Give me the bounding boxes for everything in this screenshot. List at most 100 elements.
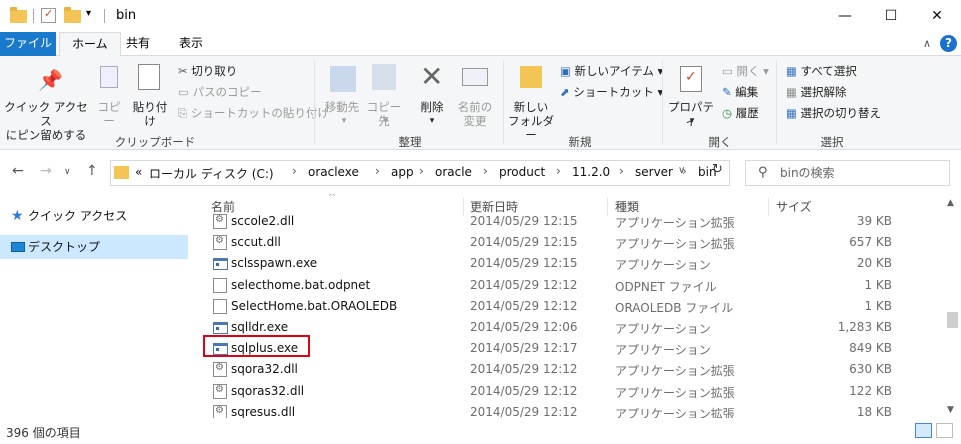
move-to-dropdown-icon[interactable]: ▾ — [334, 114, 354, 128]
collapse-ribbon-icon[interactable]: ∧ — [923, 37, 931, 50]
scrollbar-thumb[interactable] — [947, 312, 958, 328]
breadcrumb-server[interactable]: server — [635, 165, 673, 179]
details-view-icon[interactable] — [915, 423, 932, 438]
file-size: 1 KB — [864, 298, 892, 313]
copy-icon — [100, 66, 118, 88]
nav-item-quick-access[interactable]: ★ クイック アクセス — [0, 204, 188, 228]
scroll-up-icon[interactable]: ▲ — [947, 198, 954, 208]
easy-access-button[interactable]: ⬈ ショートカット ▾ — [560, 83, 663, 101]
search-input[interactable] — [780, 164, 940, 182]
file-type: アプリケーション — [615, 258, 711, 273]
new-folder-quick-icon[interactable] — [64, 7, 81, 23]
table-row[interactable]: sccut.dll 2014/05/29 12:15 アプリケーション拡張 657 K… — [205, 232, 905, 253]
search-box[interactable]: ⚲ — [745, 160, 950, 186]
chevron-right-icon[interactable]: › — [483, 164, 488, 178]
file-icon — [213, 277, 227, 293]
help-icon[interactable]: ? — [940, 35, 957, 52]
properties-dropdown-icon[interactable]: ▾ — [682, 114, 702, 128]
tab-view[interactable]: 表示 — [167, 32, 215, 56]
chevron-right-icon[interactable]: › — [556, 164, 561, 178]
breadcrumb-oracle[interactable]: oracle — [435, 165, 472, 179]
paste-shortcut-button[interactable]: ⎘ ショートカットの貼り付け — [178, 104, 329, 122]
folder-icon — [10, 7, 27, 23]
maximize-button[interactable]: ☐ — [868, 0, 914, 32]
scroll-down-icon[interactable]: ▼ — [947, 405, 954, 415]
file-size: 39 KB — [856, 214, 892, 228]
chevron-right-icon[interactable]: › — [375, 164, 380, 178]
customize-quick-access-icon[interactable]: ▾ — [86, 8, 91, 26]
paste-button[interactable]: 貼り付け — [128, 100, 172, 128]
edit-icon: ✎ — [722, 85, 736, 99]
breadcrumb-version[interactable]: 11.2.0 — [572, 165, 610, 179]
select-none-button[interactable]: ▦ 選択解除 — [786, 83, 847, 101]
close-button[interactable]: ✕ — [914, 0, 960, 32]
recent-locations-icon[interactable]: ∨ — [64, 167, 71, 177]
copy-path-button[interactable]: ▭ パスのコピー — [178, 83, 262, 101]
folder-icon — [114, 166, 129, 179]
new-item-button[interactable]: ▣ 新しいアイテム ▾ — [560, 62, 663, 80]
address-dropdown-icon[interactable]: ∨ — [678, 165, 685, 176]
table-row[interactable]: sqoras32.dll 2014/05/29 12:12 アプリケーション拡張 12… — [205, 381, 905, 402]
tab-home[interactable]: ホーム — [59, 32, 121, 57]
new-group-label: 新規 — [568, 135, 592, 149]
divider — [776, 60, 777, 144]
breadcrumb-oraclexe[interactable]: oraclexe — [308, 165, 359, 179]
nav-item-desktop[interactable]: デスクトップ — [0, 235, 188, 259]
up-arrow-icon[interactable]: ↑ — [86, 163, 98, 179]
move-to-icon — [330, 66, 356, 92]
tab-file[interactable]: ファイル — [0, 32, 56, 56]
open-button[interactable]: ▭ 開く ▾ — [722, 62, 769, 80]
title-bar: ▾ bin — ☐ ✕ — [0, 0, 961, 32]
divider — [662, 60, 663, 144]
breadcrumb-app[interactable]: app — [391, 165, 414, 179]
file-name: sqoras32.dll — [231, 383, 305, 398]
large-icons-view-icon[interactable] — [936, 423, 953, 438]
table-row[interactable]: sqora32.dll 2014/05/29 12:12 アプリケーション拡張 630… — [205, 359, 905, 380]
back-arrow-icon[interactable]: ← — [12, 163, 24, 179]
properties-icon: ✓ — [680, 66, 702, 92]
file-size: 849 KB — [849, 341, 892, 356]
pin-quick-access-button[interactable]: クイック アクセス にピン留めする — [4, 100, 88, 142]
table-row[interactable]: sclsspawn.exe 2014/05/29 12:15 アプリケーション 20 … — [205, 253, 905, 274]
copy-to-dropdown-icon[interactable]: ▾ — [376, 114, 396, 128]
rename-icon — [462, 68, 488, 86]
table-row[interactable]: selecthome.bat.odpnet 2014/05/29 12:12 ODP… — [205, 275, 905, 296]
edit-button[interactable]: ✎ 編集 — [722, 83, 758, 101]
invert-selection-button[interactable]: ▦ 選択の切り替え — [786, 104, 881, 122]
navigation-pane: ★ クイック アクセス デスクトップ — [0, 194, 195, 418]
select-all-button[interactable]: ▦ すべて選択 — [786, 62, 857, 80]
breadcrumb-overflow[interactable]: « — [135, 165, 142, 179]
table-row[interactable]: sqlplus.exe 2014/05/29 12:17 アプリケーション 849 K… — [205, 338, 905, 359]
table-row[interactable]: sqresus.dll 2014/05/29 12:12 アプリケーション拡張 18 … — [205, 402, 905, 418]
address-bar[interactable]: « ローカル ディスク (C:) › oraclexe › app › orac… — [110, 160, 730, 186]
vertical-scrollbar[interactable]: ▲ ▼ — [943, 194, 961, 418]
refresh-icon[interactable]: ↻ — [712, 162, 723, 177]
new-folder-button[interactable]: 新しい フォルダー — [506, 100, 556, 142]
table-row[interactable]: sccole2.dll 2014/05/29 12:15 アプリケーション拡張 39 … — [205, 211, 905, 232]
dll-file-icon — [213, 404, 227, 418]
invert-selection-icon: ▦ — [786, 106, 801, 120]
forward-arrow-icon[interactable]: → — [40, 163, 52, 179]
properties-quick-icon[interactable] — [41, 7, 56, 23]
breadcrumb-local-disk[interactable]: ローカル ディスク (C:) — [149, 165, 274, 182]
divider — [314, 60, 315, 144]
tab-share[interactable]: 共有 — [114, 32, 162, 56]
ribbon-tabs: ファイル ホーム 共有 表示 ∧ ? — [0, 32, 961, 57]
rename-button[interactable]: 名前の 変更 — [454, 100, 496, 128]
file-type: アプリケーション — [615, 322, 711, 336]
file-type: アプリケーション — [615, 343, 711, 358]
breadcrumb-product[interactable]: product — [499, 165, 545, 179]
history-button[interactable]: ◷ 履歴 — [722, 104, 759, 122]
cut-button[interactable]: ✂ 切り取り — [178, 62, 237, 80]
move-to-button[interactable]: 移動先 — [320, 100, 364, 114]
table-row[interactable]: SelectHome.bat.ORAOLEDB 2014/05/29 12:12 O… — [205, 296, 905, 317]
chevron-right-icon[interactable]: › — [292, 164, 297, 178]
minimize-button[interactable]: — — [822, 0, 868, 32]
chevron-right-icon[interactable]: › — [619, 164, 624, 178]
table-row[interactable]: sqlldr.exe 2014/05/29 12:06 アプリケーション 1,283 … — [205, 317, 905, 338]
delete-button[interactable]: 削除 — [416, 100, 448, 114]
delete-dropdown-icon[interactable]: ▾ — [422, 114, 442, 128]
copy-button[interactable]: コピー — [92, 100, 126, 128]
chevron-right-icon[interactable]: › — [419, 164, 424, 178]
star-icon: ★ — [11, 208, 24, 224]
